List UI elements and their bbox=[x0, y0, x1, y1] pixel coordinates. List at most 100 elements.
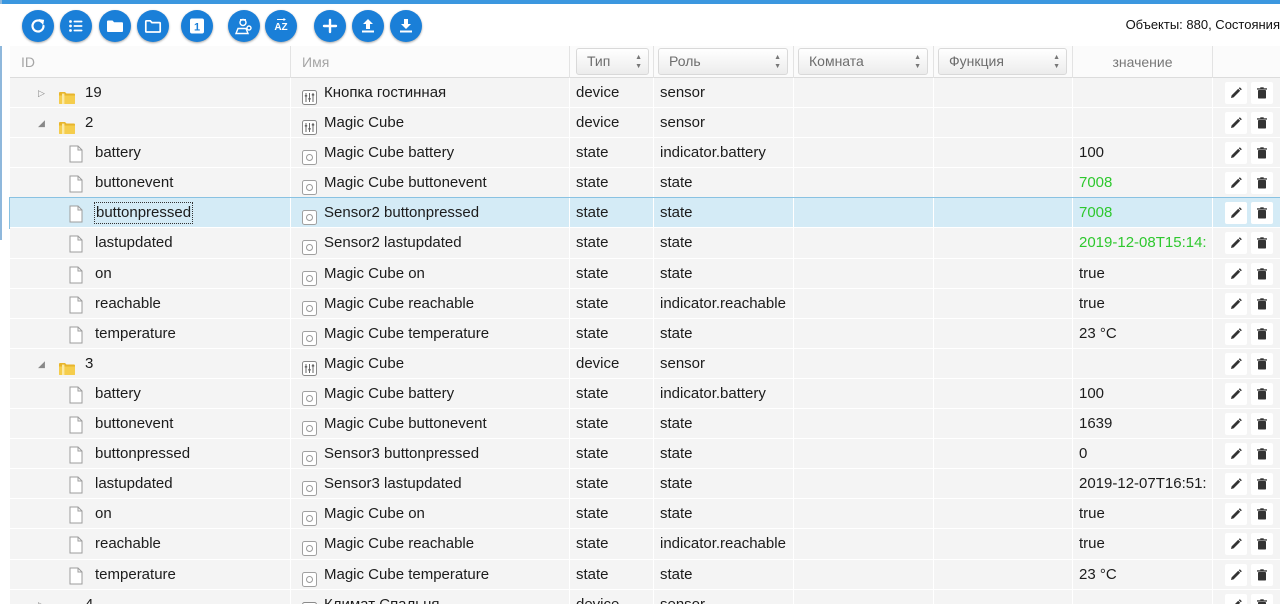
table-row[interactable]: on Magic Cube on state state true bbox=[10, 258, 1280, 289]
table-row[interactable]: buttonpressed Sensor3 buttonpressed state s… bbox=[10, 439, 1280, 470]
value-cell[interactable]: 23 °C bbox=[1073, 318, 1213, 349]
table-row[interactable]: lastupdated Sensor3 lastupdated state state… bbox=[10, 469, 1280, 500]
function-cell[interactable] bbox=[934, 559, 1073, 590]
function-cell[interactable] bbox=[934, 529, 1073, 560]
edit-button[interactable] bbox=[1225, 262, 1247, 285]
room-cell[interactable] bbox=[794, 288, 934, 319]
value-cell[interactable]: 23 °C bbox=[1073, 559, 1213, 590]
table-row[interactable]: battery Magic Cube battery state indicator.… bbox=[10, 378, 1280, 410]
value-cell[interactable]: 2019-12-08T15:14: bbox=[1073, 228, 1213, 259]
delete-button[interactable] bbox=[1251, 594, 1273, 604]
value-cell[interactable] bbox=[1073, 108, 1213, 139]
name-cell[interactable]: Magic Cube bbox=[291, 108, 570, 139]
table-row[interactable]: temperature Magic Cube temperature state st… bbox=[10, 559, 1280, 590]
value-cell[interactable]: 1639 bbox=[1073, 409, 1213, 440]
room-cell[interactable] bbox=[794, 108, 934, 139]
value-cell[interactable] bbox=[1073, 348, 1213, 379]
value-cell[interactable]: 100 bbox=[1073, 378, 1213, 409]
value-cell[interactable]: 0 bbox=[1073, 439, 1213, 470]
function-cell[interactable] bbox=[934, 138, 1073, 169]
delete-button[interactable] bbox=[1251, 142, 1273, 165]
delete-button[interactable] bbox=[1251, 533, 1273, 556]
id-cell[interactable]: buttonpressed bbox=[10, 198, 291, 229]
edit-button[interactable] bbox=[1225, 443, 1247, 466]
delete-button[interactable] bbox=[1251, 503, 1273, 526]
function-cell[interactable] bbox=[934, 108, 1073, 139]
id-cell[interactable]: buttonevent bbox=[10, 409, 291, 440]
delete-button[interactable] bbox=[1251, 112, 1273, 135]
table-row[interactable]: lastupdated Sensor2 lastupdated state state… bbox=[10, 228, 1280, 259]
id-cell[interactable]: reachable bbox=[10, 529, 291, 560]
value-cell[interactable]: true bbox=[1073, 529, 1213, 560]
id-cell[interactable]: ◢ 2 bbox=[10, 108, 291, 139]
room-cell[interactable] bbox=[794, 529, 934, 560]
name-cell[interactable]: Magic Cube reachable bbox=[291, 529, 570, 560]
name-cell[interactable]: Кнопка гостинная bbox=[291, 78, 570, 108]
tree-expand-icon[interactable]: ▷ bbox=[38, 590, 45, 604]
delete-button[interactable] bbox=[1251, 202, 1273, 225]
table-row[interactable]: buttonevent Magic Cube buttonevent state st… bbox=[10, 409, 1280, 440]
edit-button[interactable] bbox=[1225, 413, 1247, 436]
room-cell[interactable] bbox=[794, 258, 934, 289]
id-cell[interactable]: lastupdated bbox=[10, 469, 291, 500]
id-cell[interactable]: temperature bbox=[10, 318, 291, 349]
value-cell[interactable]: 7008 bbox=[1073, 168, 1213, 199]
name-cell[interactable]: Климат Спальня bbox=[291, 590, 570, 604]
delete-button[interactable] bbox=[1251, 413, 1273, 436]
room-filter-select[interactable]: Комната ▲ ▼ bbox=[798, 48, 928, 75]
value-cell[interactable] bbox=[1073, 590, 1213, 604]
upload-button[interactable] bbox=[352, 10, 384, 42]
room-cell[interactable] bbox=[794, 348, 934, 379]
id-cell[interactable]: reachable bbox=[10, 288, 291, 319]
user-settings-button[interactable] bbox=[228, 10, 260, 42]
role-filter-select[interactable]: Роль ▲ ▼ bbox=[658, 48, 788, 75]
table-row[interactable]: reachable Magic Cube reachable state indica… bbox=[10, 529, 1280, 560]
edit-button[interactable] bbox=[1225, 352, 1247, 375]
sort-button[interactable]: AZ bbox=[265, 10, 297, 42]
column-header-name[interactable]: Имя bbox=[291, 46, 570, 78]
room-cell[interactable] bbox=[794, 409, 934, 440]
delete-button[interactable] bbox=[1251, 292, 1273, 315]
function-cell[interactable] bbox=[934, 378, 1073, 409]
id-cell[interactable]: temperature bbox=[10, 559, 291, 590]
delete-button[interactable] bbox=[1251, 352, 1273, 375]
id-cell[interactable]: lastupdated bbox=[10, 228, 291, 259]
collapse-all-button[interactable] bbox=[137, 10, 169, 42]
function-cell[interactable] bbox=[934, 439, 1073, 470]
edit-button[interactable] bbox=[1225, 172, 1247, 195]
table-row[interactable]: reachable Magic Cube reachable state indica… bbox=[10, 288, 1280, 319]
table-row[interactable]: ◢ 2 Magic Cube device sensor bbox=[10, 108, 1280, 139]
function-cell[interactable] bbox=[934, 348, 1073, 379]
room-cell[interactable] bbox=[794, 469, 934, 500]
id-cell[interactable]: ▷ 19 bbox=[10, 78, 291, 108]
name-cell[interactable]: Magic Cube temperature bbox=[291, 318, 570, 349]
edit-button[interactable] bbox=[1225, 533, 1247, 556]
table-row[interactable]: on Magic Cube on state state true bbox=[10, 499, 1280, 530]
table-row[interactable]: temperature Magic Cube temperature state st… bbox=[10, 318, 1280, 349]
list-view-button[interactable] bbox=[60, 10, 92, 42]
expand-all-button[interactable] bbox=[99, 10, 131, 42]
table-row[interactable]: buttonpressed Sensor2 buttonpressed state s… bbox=[9, 197, 1280, 230]
tree-collapse-icon[interactable]: ◢ bbox=[38, 349, 45, 379]
function-cell[interactable] bbox=[934, 499, 1073, 530]
edit-button[interactable] bbox=[1225, 563, 1247, 586]
value-cell[interactable]: 7008 bbox=[1073, 198, 1213, 229]
edit-button[interactable] bbox=[1225, 142, 1247, 165]
table-row[interactable]: ▷ 19 Кнопка гостинная device sensor bbox=[10, 78, 1280, 109]
name-cell[interactable]: Magic Cube battery bbox=[291, 138, 570, 169]
value-cell[interactable]: true bbox=[1073, 258, 1213, 289]
room-cell[interactable] bbox=[794, 499, 934, 530]
value-cell[interactable]: 2019-12-07T16:51: bbox=[1073, 469, 1213, 500]
room-cell[interactable] bbox=[794, 198, 934, 229]
delete-button[interactable] bbox=[1251, 443, 1273, 466]
id-cell[interactable]: on bbox=[10, 258, 291, 289]
table-row[interactable]: buttonevent Magic Cube buttonevent state st… bbox=[10, 168, 1280, 199]
room-cell[interactable] bbox=[794, 439, 934, 470]
name-cell[interactable]: Magic Cube on bbox=[291, 258, 570, 289]
value-cell[interactable]: true bbox=[1073, 499, 1213, 530]
edit-button[interactable] bbox=[1225, 322, 1247, 345]
function-cell[interactable] bbox=[934, 198, 1073, 229]
id-cell[interactable]: battery bbox=[10, 378, 291, 409]
name-cell[interactable]: Magic Cube battery bbox=[291, 378, 570, 409]
delete-button[interactable] bbox=[1251, 322, 1273, 345]
